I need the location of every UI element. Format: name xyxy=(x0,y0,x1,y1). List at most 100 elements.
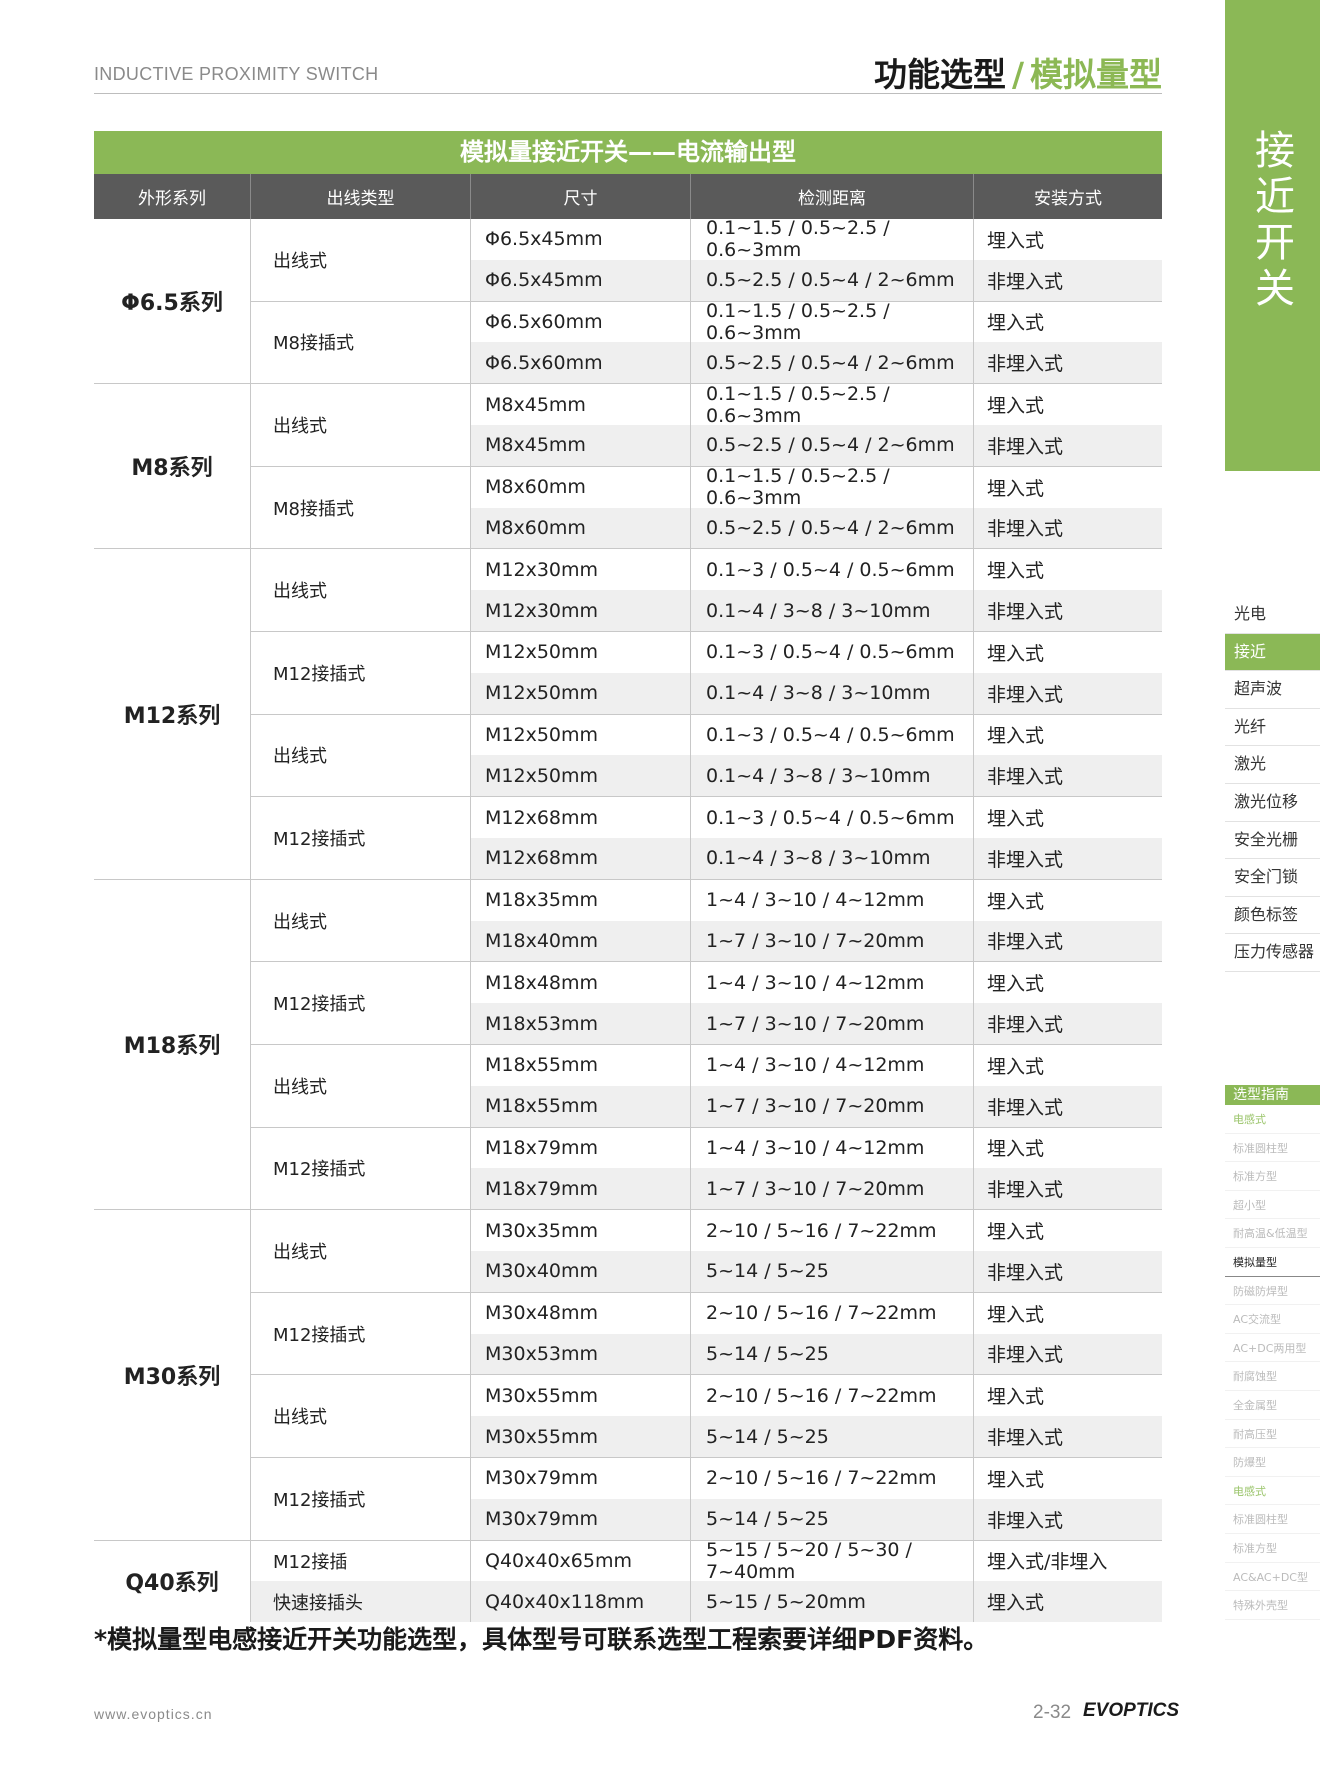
guide-item[interactable]: 防磁防焊型 xyxy=(1225,1277,1320,1306)
rows: M8x45mm 0.1~1.5 / 0.5~2.5 / 0.6~3mm 埋入式 M8x… xyxy=(471,383,1162,466)
wiring-type: M12接插式 xyxy=(251,631,471,714)
table-row: M8x45mm 0.5~2.5 / 0.5~4 / 2~6mm 非埋入式 xyxy=(471,424,1162,466)
rows: M8x60mm 0.1~1.5 / 0.5~2.5 / 0.6~3mm 埋入式 M8x… xyxy=(471,465,1162,549)
guide-item[interactable]: 耐高温&低温型 xyxy=(1225,1219,1320,1248)
size-cell: M30x79mm xyxy=(471,1457,691,1499)
side-section-label: 接近开关 xyxy=(1255,128,1295,312)
category-nav: 光电 接近 超声波 光纤 激光 激光位移 安全光栅 安全门锁 颜色标签 压力传感器 xyxy=(1225,596,1320,972)
size-cell: Q40x40x118mm xyxy=(471,1581,691,1623)
mount-cell: 埋入式 xyxy=(987,1386,1045,1409)
guide-item[interactable]: 电感式 xyxy=(1225,1477,1320,1506)
mount-cell: 埋入式 xyxy=(987,1468,1045,1491)
mount-cell: 非埋入式 xyxy=(987,1096,1064,1119)
rows: M30x55mm 2~10 / 5~16 / 7~22mm 埋入式 M30x55mm 5… xyxy=(471,1375,1162,1457)
table-row: M30x79mm 2~10 / 5~16 / 7~22mm 埋入式 xyxy=(471,1457,1162,1499)
size-cell: M30x55mm xyxy=(471,1416,691,1457)
guide-item[interactable]: 电感式 xyxy=(1225,1105,1320,1134)
rows: M12x68mm 0.1~3 / 0.5~4 / 0.5~6mm 埋入式 M12x68… xyxy=(471,797,1162,879)
mount-cell: 非埋入式 xyxy=(987,766,1064,789)
nav-item[interactable]: 光纤 xyxy=(1225,709,1320,747)
series-name: M30系列 xyxy=(94,1210,251,1540)
table-row: M12x30mm 0.1~3 / 0.5~4 / 0.5~6mm 埋入式 xyxy=(471,549,1162,591)
size-cell: Q40x40x65mm xyxy=(471,1540,691,1582)
distance-cell: 0.1~1.5 / 0.5~2.5 / 0.6~3mm xyxy=(691,465,974,509)
mount-cell: 非埋入式 xyxy=(987,435,1064,458)
mount-cell: 埋入式 xyxy=(987,890,1045,913)
guide-item[interactable]: AC交流型 xyxy=(1225,1305,1320,1334)
table-row: Φ6.5x45mm 0.1~1.5 / 0.5~2.5 / 0.6~3mm 埋入式 xyxy=(471,217,1162,261)
guide-item[interactable]: 模拟量型 xyxy=(1225,1248,1320,1277)
wiring-group: M12接插式 M30x48mm 2~10 / 5~16 / 7~22mm 埋入式 M30… xyxy=(251,1292,1162,1376)
page-title-main: 功能选型 xyxy=(873,55,1006,94)
distance-cell: 5~15 / 5~20mm xyxy=(691,1581,974,1623)
size-cell: M12x30mm xyxy=(471,590,691,631)
distance-cell: 1~4 / 3~10 / 4~12mm xyxy=(691,962,974,1004)
mount-cell: 非埋入式 xyxy=(987,601,1064,624)
guide-item[interactable]: 标准圆柱型 xyxy=(1225,1134,1320,1163)
rows: M30x35mm 2~10 / 5~16 / 7~22mm 埋入式 M30x40mm 5… xyxy=(471,1210,1162,1292)
nav-item[interactable]: 超声波 xyxy=(1225,671,1320,709)
wiring-group: 出线式 M18x55mm 1~4 / 3~10 / 4~12mm 埋入式 M18x55m… xyxy=(251,1044,1162,1128)
rows: Φ6.5x60mm 0.1~1.5 / 0.5~2.5 / 0.6~3mm 埋入式 Φ… xyxy=(471,300,1162,384)
nav-item[interactable]: 激光 xyxy=(1225,746,1320,784)
guide-item[interactable]: 耐腐蚀型 xyxy=(1225,1362,1320,1391)
rows: M30x48mm 2~10 / 5~16 / 7~22mm 埋入式 M30x53mm 5… xyxy=(471,1292,1162,1375)
nav-item[interactable]: 安全光栅 xyxy=(1225,822,1320,860)
wiring-type: M12接插式 xyxy=(251,962,471,1044)
mount-cell: 非埋入式 xyxy=(987,848,1064,871)
wiring-group: M8接插式 Φ6.5x60mm 0.1~1.5 / 0.5~2.5 / 0.6~3m… xyxy=(251,300,1162,384)
nav-item[interactable]: 接近 xyxy=(1225,633,1320,672)
distance-cell: 1~4 / 3~10 / 4~12mm xyxy=(691,1127,974,1169)
wiring-group: 出线式 M18x35mm 1~4 / 3~10 / 4~12mm 埋入式 M18x40m… xyxy=(251,879,1162,963)
guide-item[interactable]: 特殊外壳型 xyxy=(1225,1591,1320,1620)
wiring-group: 出线式 M30x55mm 2~10 / 5~16 / 7~22mm 埋入式 M30x55… xyxy=(251,1375,1162,1458)
table-row: M12x50mm 0.1~4 / 3~8 / 3~10mm 非埋入式 xyxy=(471,755,1162,797)
table-row: M12x68mm 0.1~3 / 0.5~4 / 0.5~6mm 埋入式 xyxy=(471,797,1162,838)
distance-cell: 0.1~3 / 0.5~4 / 0.5~6mm xyxy=(691,797,974,838)
table-row: M8x60mm 0.5~2.5 / 0.5~4 / 2~6mm 非埋入式 xyxy=(471,507,1162,549)
nav-item[interactable]: 激光位移 xyxy=(1225,784,1320,822)
guide-item[interactable]: 耐高压型 xyxy=(1225,1420,1320,1449)
distance-cell: 1~4 / 3~10 / 4~12mm xyxy=(691,879,974,921)
nav-item[interactable]: 安全门锁 xyxy=(1225,859,1320,897)
size-cell: M12x30mm xyxy=(471,549,691,591)
table-row: M18x53mm 1~7 / 3~10 / 7~20mm 非埋入式 xyxy=(471,1003,1162,1044)
size-cell: M8x45mm xyxy=(471,424,691,466)
table-row: M18x79mm 1~4 / 3~10 / 4~12mm 埋入式 xyxy=(471,1127,1162,1169)
distance-cell: 0.5~2.5 / 0.5~4 / 2~6mm xyxy=(691,342,974,384)
series-group: M30系列 出线式 M30x35mm 2~10 / 5~16 / 7~22mm 埋入式 M… xyxy=(94,1210,1162,1541)
series-body: M12接插 Q40x40x65mm 5~15 / 5~20 / 5~30 / 7~4… xyxy=(251,1539,1162,1623)
guide-item[interactable]: 标准方型 xyxy=(1225,1534,1320,1563)
series-group: M8系列 出线式 M8x45mm 0.1~1.5 / 0.5~2.5 / 0.6~3m… xyxy=(94,383,1162,550)
size-cell: M18x55mm xyxy=(471,1085,691,1127)
nav-item[interactable]: 光电 xyxy=(1225,596,1320,634)
table-row: M8x60mm 0.1~1.5 / 0.5~2.5 / 0.6~3mm 埋入式 xyxy=(471,465,1162,509)
series-group: Q40系列 M12接插 Q40x40x65mm 5~15 / 5~20 / 5~30 … xyxy=(94,1539,1162,1623)
nav-item[interactable]: 压力传感器 xyxy=(1225,934,1320,972)
guide-item[interactable]: AC+DC两用型 xyxy=(1225,1334,1320,1363)
footer-url[interactable]: www.evoptics.cn xyxy=(94,1706,212,1722)
rows: M12x50mm 0.1~3 / 0.5~4 / 0.5~6mm 埋入式 M12x50… xyxy=(471,714,1162,797)
distance-cell: 5~14 / 5~25 xyxy=(691,1333,974,1375)
distance-cell: 0.1~3 / 0.5~4 / 0.5~6mm xyxy=(691,549,974,591)
guide-item[interactable]: 防爆型 xyxy=(1225,1448,1320,1477)
wiring-group: M8接插式 M8x60mm 0.1~1.5 / 0.5~2.5 / 0.6~3mm 埋… xyxy=(251,465,1162,549)
guide-item[interactable]: 标准方型 xyxy=(1225,1162,1320,1191)
mount-cell: 非埋入式 xyxy=(987,1344,1064,1367)
guide-item[interactable]: 全金属型 xyxy=(1225,1391,1320,1420)
guide-item[interactable]: AC&AC+DC型 xyxy=(1225,1563,1320,1592)
size-cell: M30x53mm xyxy=(471,1333,691,1375)
wiring-group: 出线式 M8x45mm 0.1~1.5 / 0.5~2.5 / 0.6~3mm 埋入式… xyxy=(251,383,1162,467)
rows: M18x48mm 1~4 / 3~10 / 4~12mm 埋入式 M18x53mm 1~… xyxy=(471,962,1162,1044)
mount-cell: 埋入式 xyxy=(987,725,1045,748)
table-row: M30x53mm 5~14 / 5~25 非埋入式 xyxy=(471,1333,1162,1375)
mount-cell: 埋入式 xyxy=(987,1592,1045,1615)
guide-item[interactable]: 标准圆柱型 xyxy=(1225,1505,1320,1534)
distance-cell: 0.5~2.5 / 0.5~4 / 2~6mm xyxy=(691,507,974,549)
wiring-type: M12接插式 xyxy=(251,1457,471,1540)
table-row: M30x48mm 2~10 / 5~16 / 7~22mm 埋入式 xyxy=(471,1292,1162,1334)
guide-item[interactable]: 超小型 xyxy=(1225,1191,1320,1220)
series-group: M18系列 出线式 M18x35mm 1~4 / 3~10 / 4~12mm 埋入式 M1… xyxy=(94,879,1162,1211)
distance-cell: 1~7 / 3~10 / 7~20mm xyxy=(691,920,974,962)
nav-item[interactable]: 颜色标签 xyxy=(1225,897,1320,935)
